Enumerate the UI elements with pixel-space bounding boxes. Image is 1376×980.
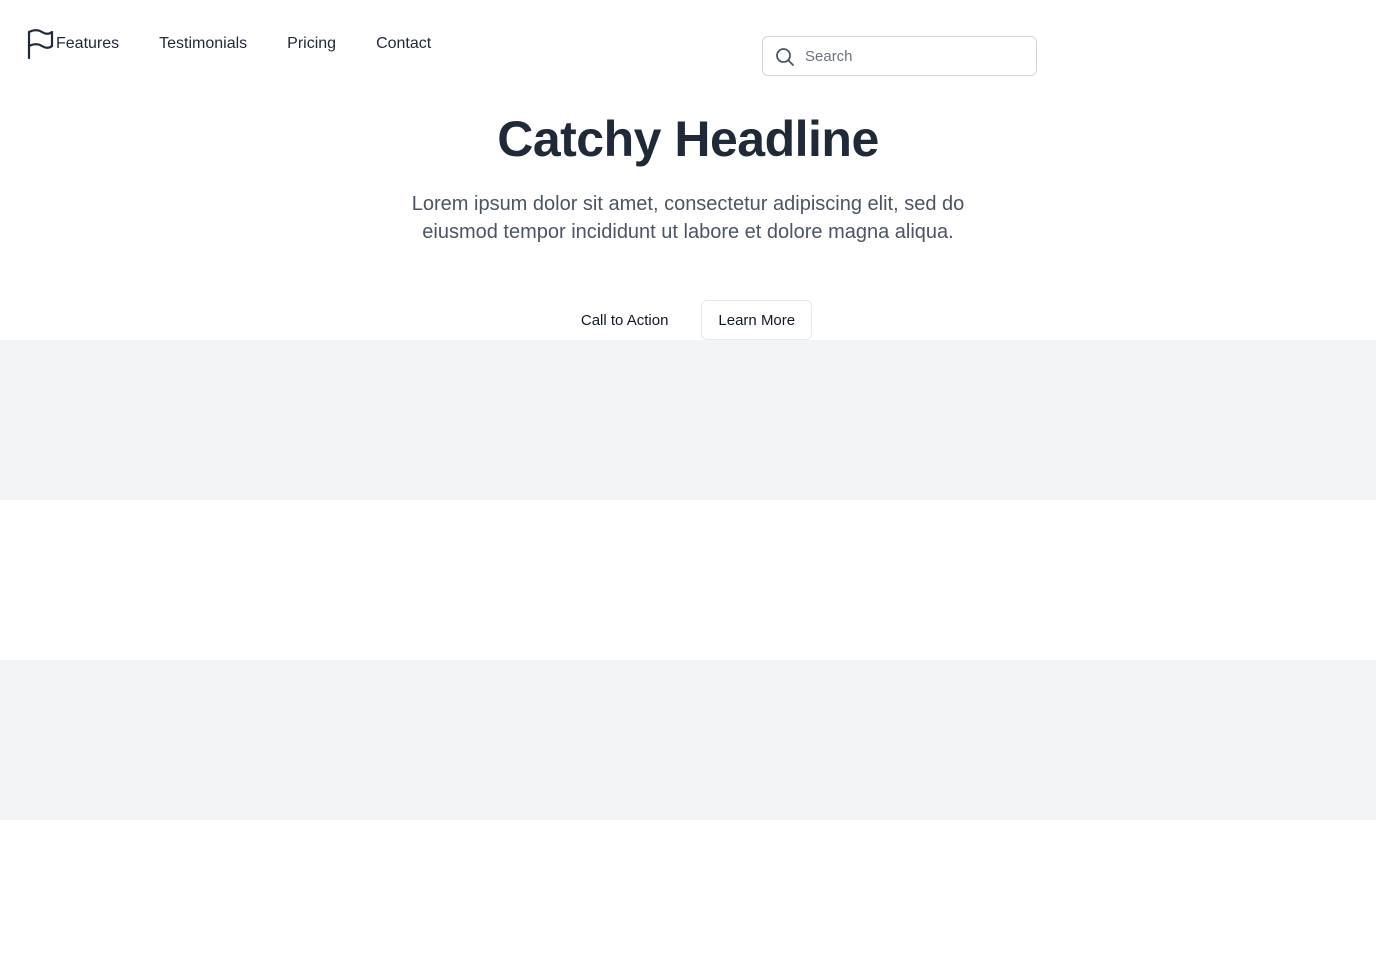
nav-links: Features Testimonials Pricing Contact (56, 33, 471, 55)
cta-button-row: Call to Action Learn More (0, 300, 1376, 340)
hero-subtext: Lorem ipsum dolor sit amet, consectetur … (411, 193, 965, 243)
content-section-1 (0, 340, 1376, 500)
hero-headline: Catchy Headline (497, 111, 879, 167)
nav-link-contact[interactable]: Contact (376, 33, 431, 55)
call-to-action-button[interactable]: Call to Action (563, 300, 686, 340)
search-input[interactable] (803, 37, 1031, 75)
top-navbar: Features Testimonials Pricing Contact (0, 0, 1376, 90)
nav-link-features[interactable]: Features (56, 33, 119, 55)
learn-more-button[interactable]: Learn More (701, 300, 813, 340)
flag-icon[interactable] (26, 28, 54, 60)
search-box[interactable] (762, 36, 1037, 76)
hero-section: Catchy Headline Lorem ipsum dolor sit am… (0, 90, 1376, 246)
nav-link-pricing[interactable]: Pricing (287, 33, 336, 55)
search-icon (776, 48, 794, 66)
content-section-2 (0, 500, 1376, 660)
content-section-3 (0, 660, 1376, 820)
nav-link-testimonials[interactable]: Testimonials (159, 33, 247, 55)
